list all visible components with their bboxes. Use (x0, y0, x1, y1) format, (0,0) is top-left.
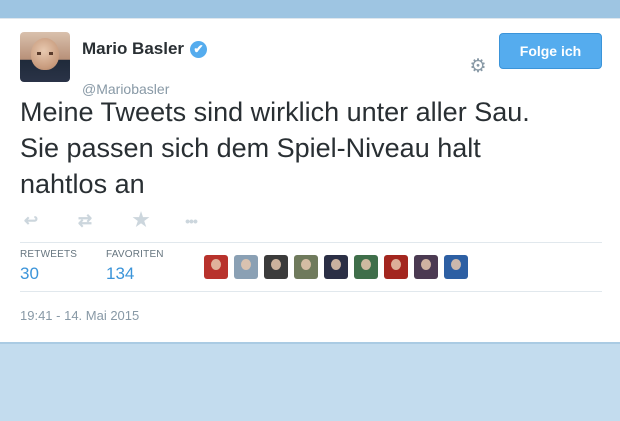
favoriter-avatar[interactable] (264, 255, 288, 279)
page-header-band (0, 0, 620, 18)
card-bottom-edge (0, 342, 620, 344)
tweet-card: Mario Basler ✔ @Mariobasler ⚙ Folge ich … (0, 18, 620, 343)
divider (20, 291, 602, 292)
favorites-stat[interactable]: FAVORITEN 134 (106, 249, 164, 284)
tweet-line: Sie passen sich dem Spiel-Niveau halt (20, 133, 481, 163)
retweets-count: 30 (20, 264, 39, 283)
tweet-line: nahtlos an (20, 169, 145, 199)
avatar-eyes (37, 52, 53, 55)
gear-icon[interactable]: ⚙ (468, 57, 488, 77)
divider (20, 242, 602, 243)
tweet-text: Meine Tweets sind wirklich unter aller S… (20, 94, 610, 202)
tweet-line: Meine Tweets sind wirklich unter aller S… (20, 97, 530, 127)
favoriter-avatar[interactable] (324, 255, 348, 279)
more-icon[interactable]: ••• (180, 212, 202, 230)
favoriter-avatars (204, 255, 474, 279)
favorites-count: 134 (106, 264, 135, 283)
favoriter-avatar[interactable] (384, 255, 408, 279)
favoriter-avatar[interactable] (234, 255, 258, 279)
verified-badge-icon: ✔ (190, 40, 208, 58)
tweet-actions: ↩ ⇄ ★ ••• (20, 211, 202, 231)
follow-button[interactable]: Folge ich (499, 33, 602, 69)
favoriter-avatar[interactable] (204, 255, 228, 279)
user-name-row: Mario Basler ✔ (82, 39, 208, 59)
retweets-stat[interactable]: RETWEETS 30 (20, 249, 77, 284)
favoriter-avatar[interactable] (444, 255, 468, 279)
reply-icon[interactable]: ↩ (20, 212, 42, 230)
user-name[interactable]: Mario Basler (82, 39, 184, 59)
tweet-timestamp[interactable]: 19:41 - 14. Mai 2015 (20, 308, 139, 323)
avatar[interactable] (20, 32, 70, 82)
retweets-label: RETWEETS (20, 249, 78, 260)
favoriter-avatar[interactable] (294, 255, 318, 279)
favoriter-avatar[interactable] (354, 255, 378, 279)
favoriter-avatar[interactable] (414, 255, 438, 279)
favorite-icon[interactable]: ★ (130, 211, 152, 230)
favorites-label: FAVORITEN (106, 249, 164, 260)
retweet-icon[interactable]: ⇄ (74, 212, 96, 230)
